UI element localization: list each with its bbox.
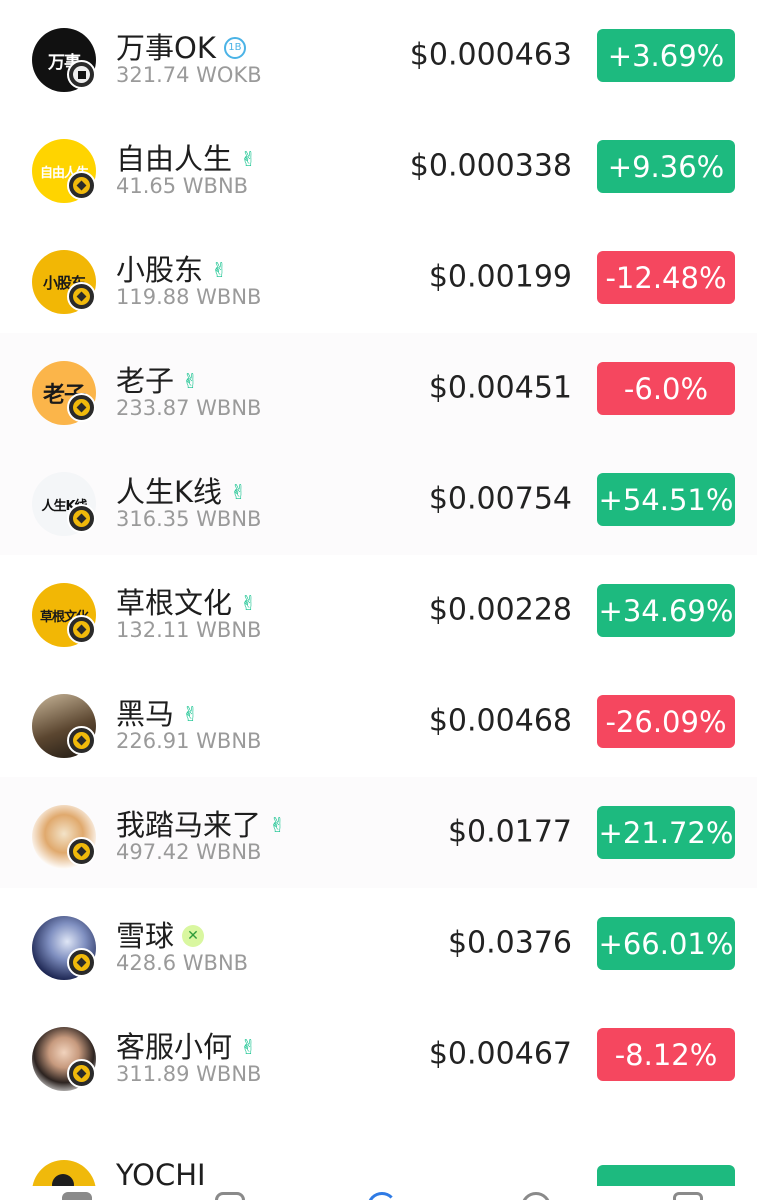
token-row[interactable]: 草根文化 草根文化 ✌ 132.11 WBNB $0.00228 +34.69% (0, 555, 757, 666)
token-liquidity: 119.88 WBNB (116, 285, 262, 309)
token-liquidity: 226.91 WBNB (116, 729, 262, 753)
hand-icon: ✌ (182, 702, 199, 726)
price-change-badge[interactable]: +3.69% (597, 29, 735, 82)
token-price: $0.000338 (409, 148, 572, 184)
token-list: 万事 万事OK 1B 321.74 WOKB $0.000463 +3.69% … (0, 0, 757, 1110)
token-name: 自由人生 ✌ (116, 142, 257, 176)
assets-tab-icon[interactable] (673, 1192, 703, 1200)
token-price: $0.0376 (447, 925, 572, 961)
token-price: $0.00228 (428, 592, 572, 628)
price-change-badge[interactable]: -8.12% (597, 1028, 735, 1081)
token-liquidity: 233.87 WBNB (116, 396, 262, 420)
price-change-badge[interactable]: +21.72% (597, 806, 735, 859)
price-change-badge[interactable]: +9.36% (597, 140, 735, 193)
bottom-tab-bar (0, 1186, 757, 1200)
token-liquidity: 132.11 WBNB (116, 618, 262, 642)
token-price: $0.00467 (428, 1036, 572, 1072)
token-row[interactable]: 自由人生 自由人生 ✌ 41.65 WBNB $0.000338 +9.36% (0, 111, 757, 222)
token-liquidity: 311.89 WBNB (116, 1062, 262, 1086)
home-tab-icon[interactable] (62, 1192, 92, 1200)
token-liquidity: 41.65 WBNB (116, 174, 249, 198)
token-row[interactable]: 老子 老子 ✌ 233.87 WBNB $0.00451 -6.0% (0, 333, 757, 444)
bnb-chain-icon (67, 393, 96, 422)
token-liquidity: 321.74 WOKB (116, 63, 262, 87)
token-price: $0.00468 (428, 703, 572, 739)
price-change-badge[interactable]: +54.51% (597, 473, 735, 526)
hand-icon: ✌ (240, 147, 257, 171)
token-name: 我踏马来了 ✌ (116, 808, 286, 842)
hand-icon: ✌ (240, 591, 257, 615)
token-liquidity: 316.35 WBNB (116, 507, 262, 531)
token-row[interactable]: 万事 万事OK 1B 321.74 WOKB $0.000463 +3.69% (0, 0, 757, 111)
bnb-chain-icon (67, 948, 96, 977)
bnb-chain-icon (67, 171, 96, 200)
token-price: $0.00451 (428, 370, 572, 406)
token-name: 草根文化 ✌ (116, 586, 257, 620)
bnb-chain-icon (67, 1059, 96, 1088)
hand-icon: ✌ (230, 480, 247, 504)
hand-icon: ✌ (240, 1035, 257, 1059)
bnb-chain-icon (67, 504, 96, 533)
token-name: 老子 ✌ (116, 364, 199, 398)
hand-icon: ✌ (211, 258, 228, 282)
token-name: 万事OK 1B (116, 31, 246, 65)
refresh-tab-icon[interactable] (367, 1192, 397, 1200)
price-change-badge[interactable]: +34.69% (597, 584, 735, 637)
token-name: 雪球 ✕ (116, 919, 205, 953)
token-name: 小股东 ✌ (116, 253, 228, 287)
token-row[interactable]: 雪球 ✕ 428.6 WBNB $0.0376 +66.01% (0, 888, 757, 999)
price-change-badge[interactable]: -6.0% (597, 362, 735, 415)
price-change-badge[interactable]: -12.48% (597, 251, 735, 304)
hand-icon: ✌ (182, 369, 199, 393)
token-row[interactable]: 小股东 小股东 ✌ 119.88 WBNB $0.00199 -12.48% (0, 222, 757, 333)
token-price: $0.00199 (428, 259, 572, 295)
token-row[interactable]: 我踏马来了 ✌ 497.42 WBNB $0.0177 +21.72% (0, 777, 757, 888)
token-name: 人生K线 ✌ (116, 475, 247, 509)
token-name: 客服小何 ✌ (116, 1030, 257, 1064)
discover-tab-icon[interactable] (521, 1192, 551, 1200)
hand-icon: ✌ (269, 813, 286, 837)
token-price: $0.0177 (447, 814, 572, 850)
token-price: $0.000463 (409, 37, 572, 73)
token-row[interactable]: 人生K线 人生K线 ✌ 316.35 WBNB $0.00754 +54.51% (0, 444, 757, 555)
price-change-badge[interactable]: +66.01% (597, 917, 735, 970)
token-name: 黑马 ✌ (116, 697, 199, 731)
token-liquidity: 428.6 WBNB (116, 951, 249, 975)
verified-icon: 1B (223, 37, 246, 59)
token-price: $0.00754 (428, 481, 572, 517)
okb-chain-icon (67, 60, 96, 89)
token-row[interactable]: 黑马 ✌ 226.91 WBNB $0.00468 -26.09% (0, 666, 757, 777)
bnb-chain-icon (67, 615, 96, 644)
bnb-chain-icon (67, 837, 96, 866)
token-row[interactable]: 客服小何 ✌ 311.89 WBNB $0.00467 -8.12% (0, 999, 757, 1110)
bnb-chain-icon (67, 726, 96, 755)
token-liquidity: 497.42 WBNB (116, 840, 262, 864)
price-change-badge[interactable]: -26.09% (597, 695, 735, 748)
bnb-chain-icon (67, 282, 96, 311)
x-icon: ✕ (182, 925, 205, 947)
shield-tab-icon[interactable] (215, 1192, 245, 1200)
